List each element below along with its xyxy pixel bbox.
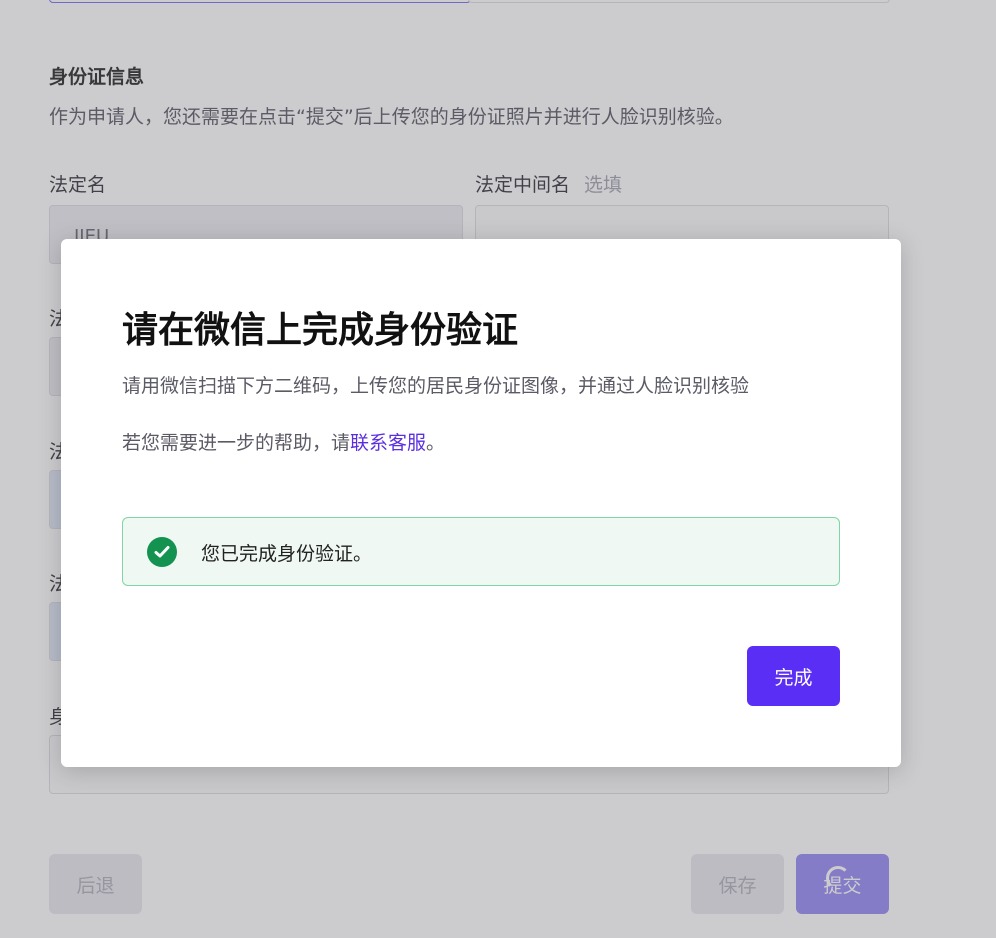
success-alert: 您已完成身份验证。	[122, 517, 840, 586]
contact-support-link[interactable]: 联系客服	[350, 432, 426, 454]
success-message: 您已完成身份验证。	[201, 543, 373, 565]
help-prefix: 若您需要进一步的帮助，请	[122, 432, 351, 454]
dialog-instruction: 请用微信扫描下方二维码，上传您的居民身份证图像，并通过人脸识别核验	[122, 375, 750, 397]
dialog-title: 请在微信上完成身份验证	[122, 310, 519, 351]
dialog-help-text: 若您需要进一步的帮助，请联系客服。	[122, 428, 445, 455]
help-suffix: 。	[426, 432, 446, 454]
done-button[interactable]: 完成	[747, 646, 840, 706]
verification-dialog: 请在微信上完成身份验证 请用微信扫描下方二维码，上传您的居民身份证图像，并通过人…	[61, 239, 901, 767]
check-circle-icon	[147, 537, 177, 567]
